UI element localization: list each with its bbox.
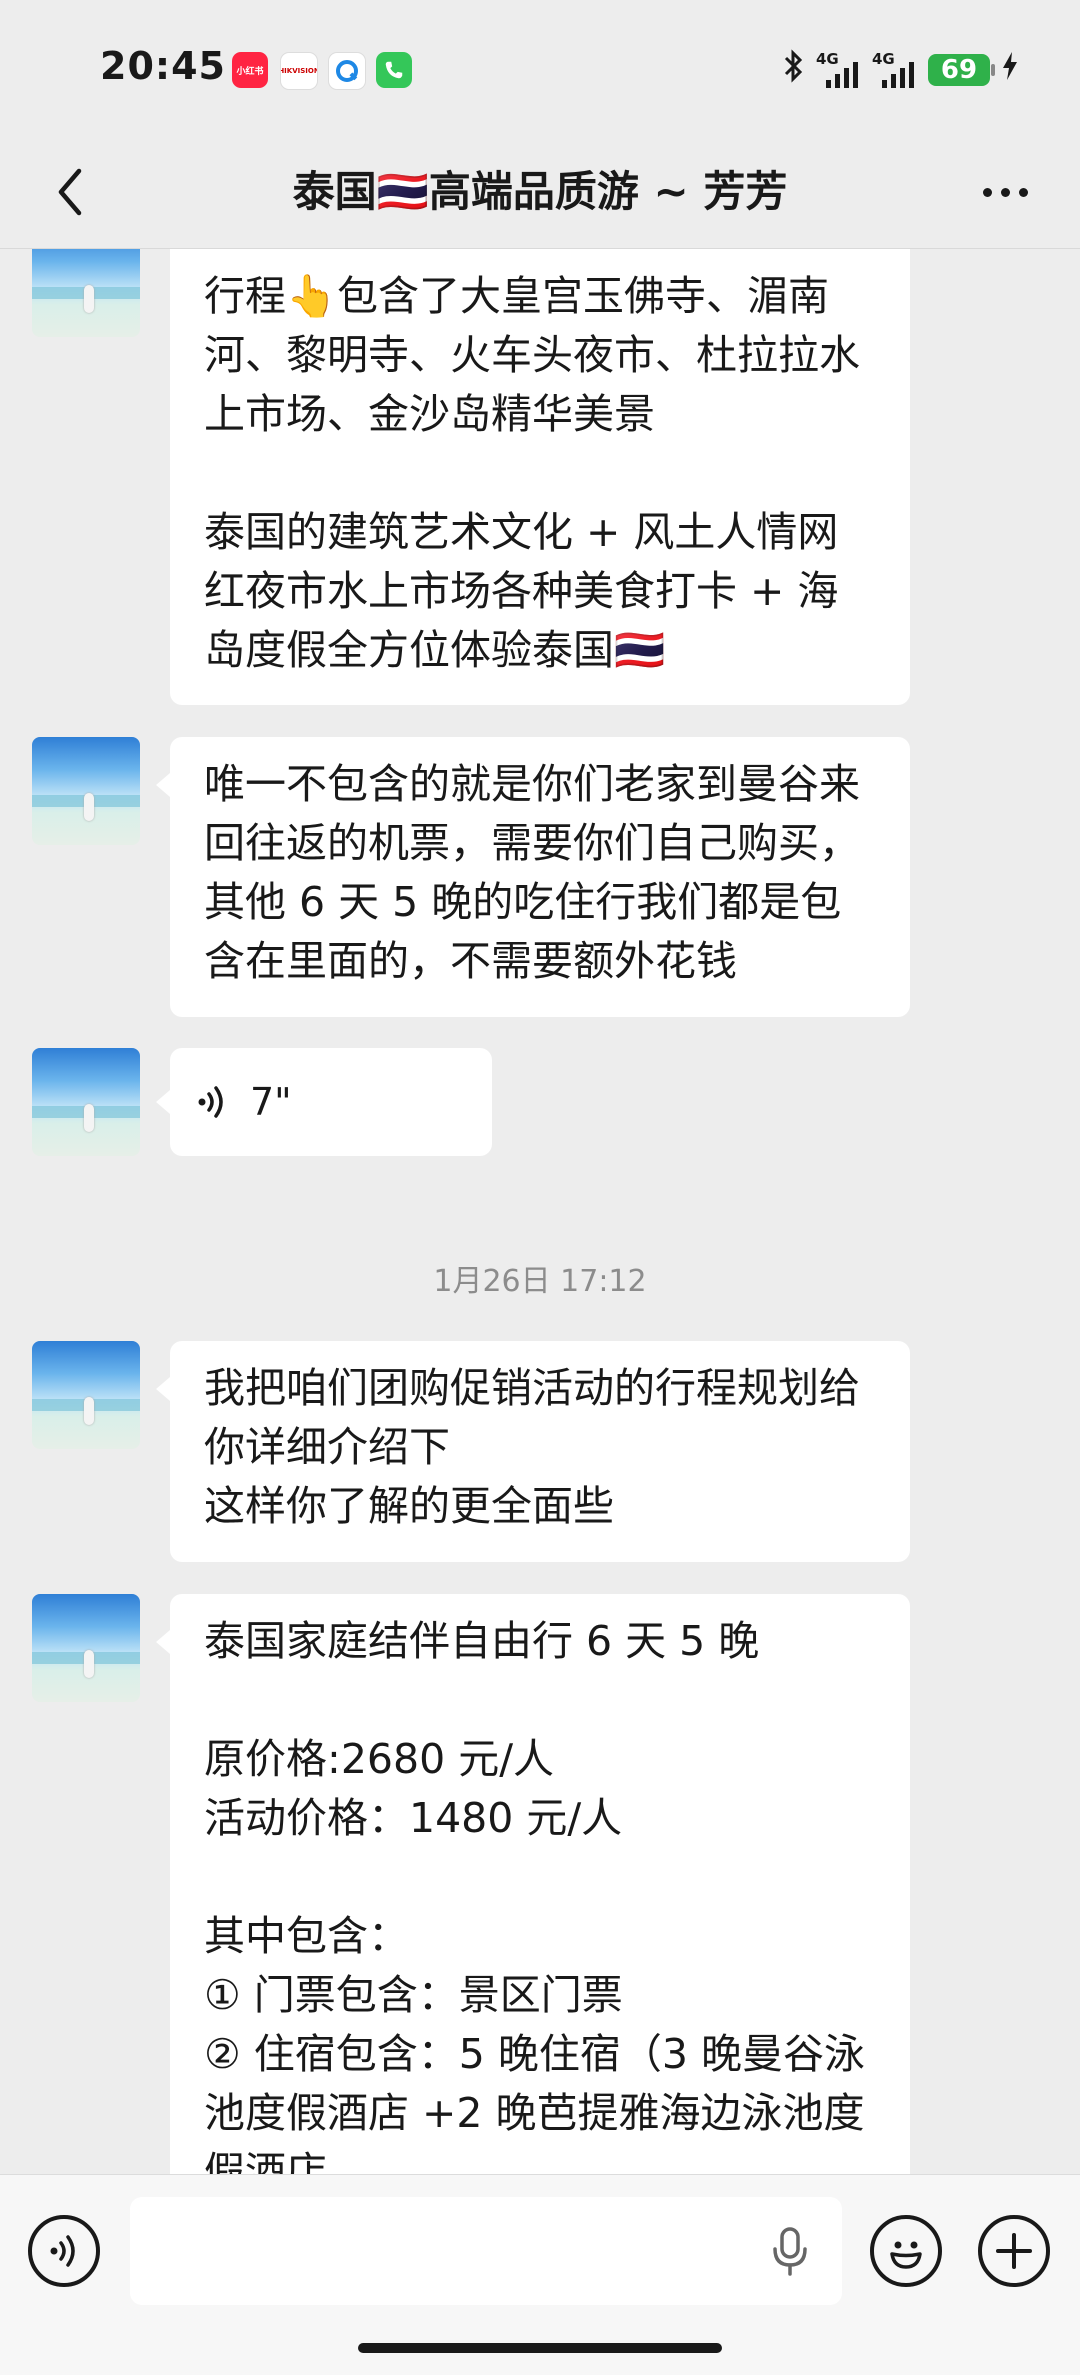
message-input[interactable] xyxy=(130,2197,842,2305)
signal-icon-2: 4G xyxy=(872,50,918,90)
smiley-icon xyxy=(890,2241,922,2269)
emoji-button[interactable] xyxy=(870,2215,942,2287)
contact-avatar[interactable] xyxy=(32,1048,140,1156)
status-bar: 20:45 小红书 HIKVISION 4G 4G 69 xyxy=(0,0,1080,140)
battery-icon: 69 xyxy=(928,54,995,86)
more-functions-button[interactable] xyxy=(978,2215,1050,2287)
contact-avatar[interactable] xyxy=(32,1594,140,1702)
message-bubble[interactable]: 泰国家庭结伴自由行 6 天 5 晚 原价格:2680 元/人 活动价格：1480… xyxy=(156,1594,910,2174)
contact-avatar[interactable] xyxy=(32,737,140,845)
charging-icon xyxy=(1000,50,1020,90)
home-indicator[interactable] xyxy=(358,2343,722,2353)
system-status: 4G 4G 69 xyxy=(782,48,1020,92)
hikvision-icon: HIKVISION xyxy=(280,52,318,90)
chat-header: 泰国🇹🇭高端品质游 ~ 芳芳 xyxy=(0,140,1080,249)
phone-icon xyxy=(376,52,412,88)
xiaohongshu-icon: 小红书 xyxy=(232,52,268,88)
voice-message[interactable]: 7" xyxy=(156,1048,492,1156)
browser-icon xyxy=(328,52,366,90)
message-timestamp: 1月26日 17:12 xyxy=(433,1264,647,1299)
message-list[interactable]: 行程👆包含了大皇宫玉佛寺、湄南河、黎明寺、火车头夜市、杜拉拉水上市场、金沙岛精华… xyxy=(0,249,1080,2174)
signal-icon: 4G xyxy=(816,50,862,90)
chat-title: 泰国🇹🇭高端品质游 ~ 芳芳 xyxy=(292,167,788,216)
message-bubble[interactable]: 行程👆包含了大皇宫玉佛寺、湄南河、黎明寺、火车头夜市、杜拉拉水上市场、金沙岛精华… xyxy=(170,249,910,705)
voice-wave-icon xyxy=(198,1086,223,1118)
voice-input-button[interactable] xyxy=(28,2215,100,2287)
bluetooth-icon xyxy=(782,48,806,93)
more-options-icon[interactable] xyxy=(970,162,1040,222)
message-bubble[interactable]: 唯一不包含的就是你们老家到曼谷来回往返的机票，需要你们自己购买，其他 6 天 5… xyxy=(156,737,910,1017)
input-bar xyxy=(0,2174,1080,2375)
voice-wave-icon xyxy=(50,2235,75,2267)
message-bubble[interactable]: 我把咱们团购促销活动的行程规划给你详细介绍下 这样你了解的更全面些 xyxy=(156,1341,910,1562)
voice-duration: 7" xyxy=(250,1080,292,1124)
contact-avatar[interactable] xyxy=(32,1341,140,1449)
microphone-icon[interactable] xyxy=(768,2225,812,2277)
contact-avatar[interactable] xyxy=(32,249,140,337)
status-time: 20:45 xyxy=(100,44,226,88)
plus-icon xyxy=(996,2233,1032,2269)
